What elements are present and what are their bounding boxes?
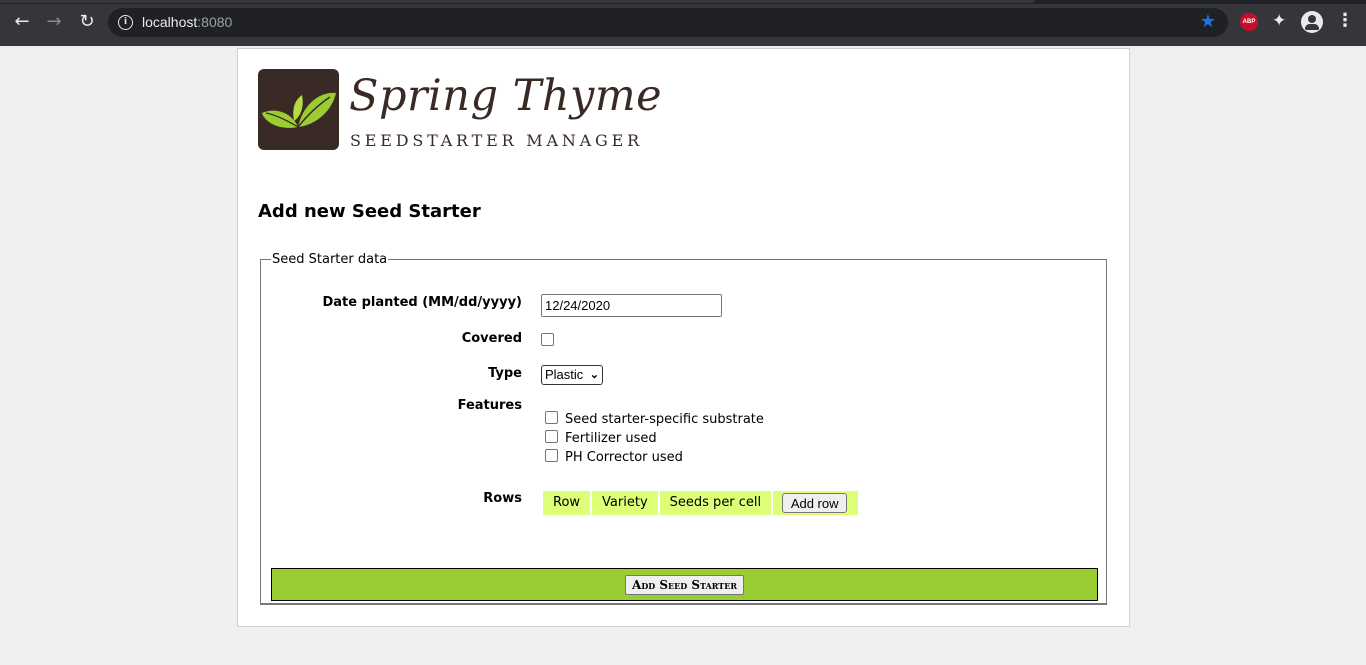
extensions-puzzle-icon[interactable]: ✦ — [1272, 11, 1286, 33]
feature-label-fertilizer: Fertilizer used — [565, 431, 657, 446]
brand-title: Spring Thyme — [349, 71, 663, 121]
type-select[interactable]: Plastic ⌄ — [541, 365, 603, 385]
tab-strip — [0, 0, 1366, 4]
column-header-row: Row — [543, 491, 591, 515]
feature-label-substrate: Seed starter-specific substrate — [565, 412, 764, 427]
adblock-extension-icon[interactable]: ABP — [1240, 13, 1258, 31]
bookmark-star-icon[interactable]: ★ — [1200, 11, 1216, 32]
type-label: Type — [488, 366, 522, 381]
url-port: :8080 — [197, 14, 233, 30]
features-label: Features — [457, 398, 522, 413]
profile-avatar-icon[interactable] — [1301, 11, 1323, 33]
feature-checkbox-fertilizer[interactable] — [545, 430, 558, 443]
add-seed-starter-button[interactable]: Add Seed Starter — [625, 575, 744, 595]
date-planted-input[interactable] — [541, 294, 722, 317]
add-row-button[interactable]: Add row — [782, 493, 848, 513]
leaf-icon — [262, 92, 336, 128]
url-text[interactable]: localhost:8080 — [142, 14, 232, 30]
reload-icon[interactable]: ↻ — [74, 9, 100, 35]
add-row-cell: Add row — [773, 491, 859, 515]
site-info-icon[interactable]: i — [118, 15, 133, 30]
column-header-variety: Variety — [592, 491, 658, 515]
seed-starter-fieldset: Seed Starter data Date planted (MM/dd/yy… — [260, 252, 1107, 605]
chevron-down-icon: ⌄ — [589, 369, 599, 381]
feature-label-ph-corrector: PH Corrector used — [565, 450, 683, 465]
page-title: Add new Seed Starter — [258, 201, 481, 222]
browser-toolbar: ← → ↻ i localhost:8080 ★ ABP ✦ ⋮ — [0, 0, 1366, 46]
kebab-menu-icon[interactable]: ⋮ — [1336, 11, 1354, 33]
page-container: Spring Thyme SEEDSTARTER MANAGER Add new… — [237, 48, 1130, 627]
type-selected-value: Plastic — [545, 367, 584, 382]
logo — [258, 69, 339, 150]
feature-checkbox-ph-corrector[interactable] — [545, 449, 558, 462]
rows-label: Rows — [483, 491, 522, 506]
brand-subtitle: SEEDSTARTER MANAGER — [350, 131, 643, 150]
url-host: localhost — [142, 14, 198, 30]
covered-checkbox[interactable] — [541, 333, 554, 346]
address-bar[interactable]: i localhost:8080 ★ — [108, 8, 1228, 37]
forward-arrow-icon[interactable]: → — [41, 9, 67, 35]
date-planted-label: Date planted (MM/dd/yyyy) — [322, 295, 522, 310]
column-header-seeds-per-cell: Seeds per cell — [659, 491, 772, 515]
fieldset-legend: Seed Starter data — [272, 252, 388, 267]
rows-table-header: Row Variety Seeds per cell Add row — [543, 491, 859, 515]
submit-bar: Add Seed Starter — [271, 568, 1098, 601]
feature-checkbox-substrate[interactable] — [545, 411, 558, 424]
covered-label: Covered — [461, 331, 522, 346]
back-arrow-icon[interactable]: ← — [9, 9, 35, 35]
